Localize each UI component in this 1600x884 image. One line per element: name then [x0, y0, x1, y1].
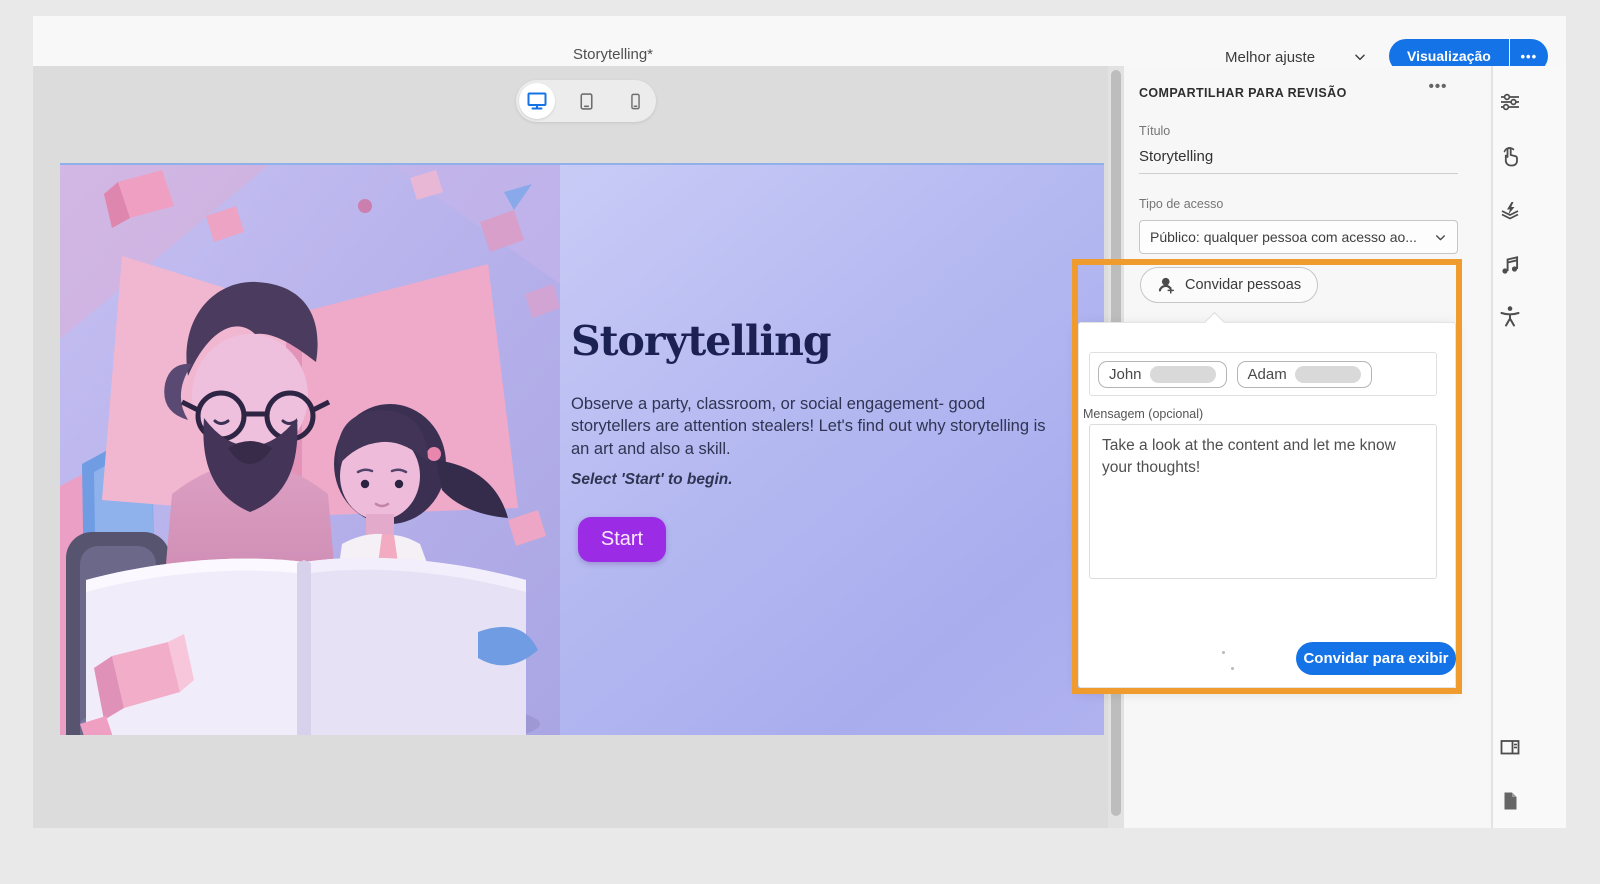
recipient-name: John — [1109, 365, 1142, 383]
title-field-value[interactable]: Storytelling — [1139, 148, 1213, 165]
layout-button[interactable] — [1496, 733, 1524, 761]
recipient-chips-field[interactable]: John Adam — [1089, 352, 1437, 396]
interaction-hand-icon — [1503, 147, 1518, 167]
start-button[interactable]: Start — [578, 517, 666, 562]
title-field-underline — [1139, 173, 1458, 174]
access-type-value: Público: qualquer pessoa com acesso ao..… — [1150, 229, 1417, 245]
recipient-name: Adam — [1247, 365, 1287, 383]
invite-people-label: Convidar pessoas — [1185, 277, 1302, 293]
slide-title: Storytelling — [571, 317, 832, 365]
access-type-label: Tipo de acesso — [1139, 197, 1224, 211]
slide-text-half: Storytelling Observe a party, classroom,… — [560, 165, 1104, 735]
sliders-icon — [1501, 93, 1519, 111]
effects-icon — [1501, 202, 1519, 220]
recipient-chip[interactable]: Adam — [1236, 360, 1372, 388]
zoom-fit-label: Melhor ajuste — [1225, 48, 1316, 66]
slide-preview: Storytelling Observe a party, classroom,… — [60, 163, 1104, 735]
title-field-label: Título — [1139, 124, 1171, 138]
interaction-button[interactable] — [1496, 143, 1524, 171]
document-button[interactable] — [1496, 787, 1524, 815]
phone-icon — [630, 93, 640, 109]
chevron-down-icon — [1436, 234, 1445, 240]
right-icon-rail — [1492, 66, 1566, 828]
device-tablet-button[interactable] — [568, 83, 604, 119]
slide-instruction: Select 'Start' to begin. — [571, 471, 733, 488]
storytelling-illustration — [60, 165, 560, 735]
message-label: Mensagem (opcional) — [1083, 407, 1204, 421]
accessibility-button[interactable] — [1496, 302, 1524, 330]
message-textarea[interactable]: Take a look at the content and let me kn… — [1089, 424, 1437, 579]
cursor-artifact — [1222, 651, 1225, 654]
device-phone-button[interactable] — [617, 83, 653, 119]
device-toggle — [516, 80, 656, 122]
document-icon — [1504, 792, 1517, 810]
effects-button[interactable] — [1496, 197, 1524, 225]
panel-more-button[interactable]: ••• — [1422, 78, 1454, 95]
person-add-icon — [1158, 277, 1174, 294]
top-bar: Storytelling* Melhor ajuste Visualização… — [33, 16, 1566, 73]
illustration-graphic — [60, 165, 560, 735]
document-title: Storytelling* — [572, 46, 654, 63]
invite-to-view-button[interactable]: Convidar para exibir — [1296, 642, 1456, 675]
cursor-artifact — [1231, 667, 1234, 670]
recipient-chip[interactable]: John — [1098, 360, 1227, 388]
slide-body: Observe a party, classroom, or social en… — [571, 395, 1046, 458]
chevron-down-icon — [1355, 54, 1365, 61]
device-desktop-button[interactable] — [519, 83, 555, 119]
properties-sliders-button[interactable] — [1496, 88, 1524, 116]
panel-title: COMPARTILHAR PARA REVISÃO — [1139, 86, 1347, 100]
tablet-icon — [579, 92, 593, 110]
redacted-email — [1294, 365, 1361, 383]
audio-icon — [1502, 256, 1519, 274]
layout-icon — [1500, 740, 1520, 755]
invite-popup: John Adam Mensagem (opcional) Take a loo… — [1078, 311, 1456, 688]
audio-button[interactable] — [1496, 251, 1524, 279]
desktop-icon — [527, 92, 547, 110]
access-type-select[interactable]: Público: qualquer pessoa com acesso ao..… — [1139, 220, 1458, 254]
accessibility-icon — [1500, 306, 1520, 327]
redacted-email — [1149, 365, 1216, 383]
invite-people-button[interactable]: Convidar pessoas — [1140, 267, 1319, 303]
